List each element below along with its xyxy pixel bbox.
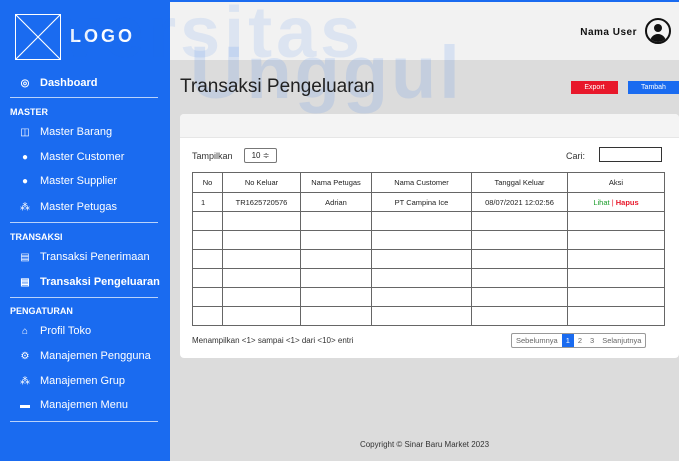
logo-text: LOGO xyxy=(70,26,135,46)
page-button-2[interactable]: 2 xyxy=(574,334,586,347)
page-button-1[interactable]: 1 xyxy=(561,334,574,347)
page-button-3[interactable]: 3 xyxy=(586,334,598,347)
cell-customer: PT Campina Ice xyxy=(371,192,472,212)
table-row xyxy=(192,268,665,288)
divider xyxy=(10,222,158,223)
sidebar-item-dashboard[interactable]: ◎ Dashboard xyxy=(0,72,170,94)
cell-petugas: Adrian xyxy=(300,192,372,212)
column-header[interactable]: Nama Petugas xyxy=(300,172,372,193)
sidebar-item-label: Master Customer xyxy=(40,151,125,163)
pagination: Sebelumnya 1 2 3 Selanjutnya xyxy=(511,333,647,348)
footer-copyright: Copyright © Sinar Baru Market 2023 xyxy=(359,440,490,449)
column-header[interactable]: No Keluar xyxy=(222,172,301,193)
sidebar-item-master-supplier[interactable]: ● Master Supplier xyxy=(0,170,170,192)
column-header[interactable]: Tanggal Keluar xyxy=(471,172,568,193)
sidebar-item-master-barang[interactable]: ◫ Master Barang xyxy=(0,121,170,143)
column-header[interactable]: No xyxy=(192,172,223,193)
table-row xyxy=(192,306,665,326)
prev-page-button[interactable]: Sebelumnya xyxy=(512,334,562,347)
receipt-icon: ▤ xyxy=(20,276,30,288)
sidebar-item-master-petugas[interactable]: ⁂ Master Petugas xyxy=(0,196,170,218)
store-icon: ⌂ xyxy=(21,325,29,337)
sidebar-item-transaksi-pengeluaran[interactable]: ▤ Transaksi Pengeluaran xyxy=(0,271,170,293)
menu-icon: ▬ xyxy=(20,399,30,411)
page-title: Transaksi Pengeluaran xyxy=(180,76,375,97)
page-size-label: Tampilkan xyxy=(192,151,233,161)
data-card: Tampilkan 10 ≑ Cari: No No Keluar Nama P… xyxy=(180,114,679,358)
dashboard-icon: ◎ xyxy=(20,77,30,89)
sidebar-item-label: Profil Toko xyxy=(40,325,92,337)
export-button[interactable]: Export xyxy=(571,81,618,94)
sidebar-item-transaksi-penerimaan[interactable]: ▤ Transaksi Penerimaan xyxy=(0,246,170,268)
add-button[interactable]: Tambah xyxy=(628,81,679,94)
sidebar-item-manajemen-pengguna[interactable]: ⚙ Manajemen Pengguna xyxy=(0,345,170,367)
cell-no: 1 xyxy=(192,192,223,212)
section-transaksi-title: TRANSAKSI xyxy=(10,232,63,242)
table-row xyxy=(192,230,665,250)
table-row xyxy=(192,211,665,231)
sidebar: LOGO ◎ Dashboard MASTER ◫ Master Barang … xyxy=(0,0,170,461)
sidebar-item-label: Transaksi Pengeluaran xyxy=(40,276,160,288)
cell-aksi: Lihat | Hapus xyxy=(567,192,665,212)
sidebar-item-master-customer[interactable]: ● Master Customer xyxy=(0,146,170,168)
transactions-table: No No Keluar Nama Petugas Nama Customer … xyxy=(192,172,665,326)
section-master-title: MASTER xyxy=(10,107,48,117)
user-avatar-icon[interactable] xyxy=(645,18,671,44)
table-row: 1 TR1625720576 Adrian PT Campina Ice 08/… xyxy=(192,192,665,212)
divider xyxy=(10,97,158,98)
sidebar-item-label: Master Supplier xyxy=(40,175,118,187)
sidebar-item-label: Manajemen Grup xyxy=(40,375,125,387)
sidebar-item-label: Manajemen Pengguna xyxy=(40,350,151,362)
user-name[interactable]: Nama User xyxy=(580,27,637,38)
user-icon: ● xyxy=(21,151,29,163)
logo-placeholder-icon xyxy=(15,14,61,60)
section-pengaturan-title: PENGATURAN xyxy=(10,306,73,316)
action-separator: | xyxy=(611,197,614,207)
card-header xyxy=(180,114,679,138)
page-size-select[interactable]: 10 ≑ xyxy=(244,148,277,163)
group-icon: ⁂ xyxy=(20,375,30,387)
search-input[interactable] xyxy=(599,147,662,162)
table-row xyxy=(192,287,665,307)
user-cog-icon: ⚙ xyxy=(20,350,30,362)
sidebar-item-label: Dashboard xyxy=(40,77,98,89)
logo: LOGO xyxy=(0,0,170,72)
table-row xyxy=(192,249,665,269)
delete-link[interactable]: Hapus xyxy=(616,198,639,207)
box-icon: ◫ xyxy=(20,126,30,138)
cell-no-keluar: TR1625720576 xyxy=(222,192,301,212)
column-header[interactable]: Nama Customer xyxy=(371,172,472,193)
divider xyxy=(10,421,158,422)
sidebar-item-label: Master Petugas xyxy=(40,201,118,213)
sidebar-item-label: Master Barang xyxy=(40,126,113,138)
search-label: Cari: xyxy=(566,151,586,161)
sidebar-item-profil-toko[interactable]: ⌂ Profil Toko xyxy=(0,320,170,342)
view-link[interactable]: Lihat xyxy=(593,198,609,207)
top-header: Nama User xyxy=(170,0,679,60)
users-icon: ⁂ xyxy=(20,201,30,213)
sidebar-item-label: Manajemen Menu xyxy=(40,399,129,411)
user-icon: ● xyxy=(21,175,29,187)
receipt-icon: ▤ xyxy=(20,251,30,263)
cell-tanggal: 08/07/2021 12:02:56 xyxy=(471,192,568,212)
entries-info: Menampilkan <1> sampai <1> dari <10> ent… xyxy=(192,336,354,345)
sidebar-item-manajemen-menu[interactable]: ▬ Manajemen Menu xyxy=(0,394,170,416)
next-page-button[interactable]: Selanjutnya xyxy=(598,334,645,347)
divider xyxy=(10,297,158,298)
table-header-row: No No Keluar Nama Petugas Nama Customer … xyxy=(192,172,665,193)
sidebar-item-label: Transaksi Penerimaan xyxy=(40,251,150,263)
sidebar-item-manajemen-grup[interactable]: ⁂ Manajemen Grup xyxy=(0,370,170,392)
column-header: Aksi xyxy=(567,172,665,193)
